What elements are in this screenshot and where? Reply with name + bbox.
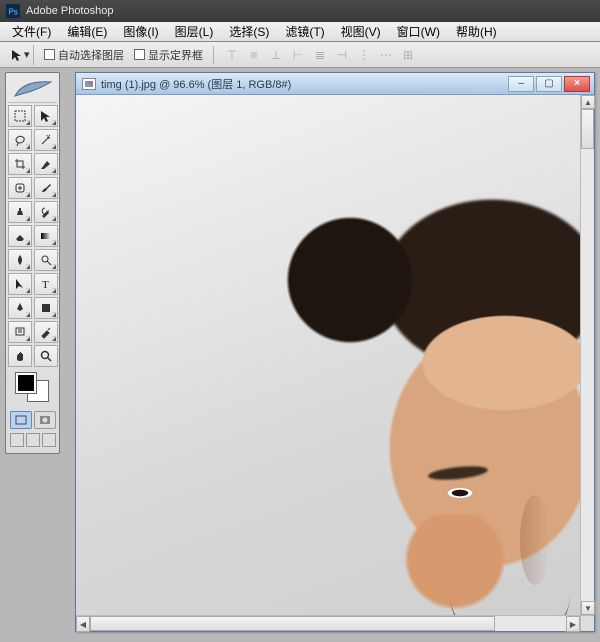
menubar: 文件(F) 编辑(E) 图像(I) 图层(L) 选择(S) 滤镜(T) 视图(V… xyxy=(0,22,600,42)
checkbox-icon xyxy=(44,49,55,60)
foreground-color-swatch[interactable] xyxy=(16,373,36,393)
photoshop-feather-icon xyxy=(8,75,57,103)
options-bar: ▾ 自动选择图层 显示定界框 ⊤ ≡ ⊥ ⊢ ≣ ⊣ ⋮ ⋯ ⊞ xyxy=(0,42,600,68)
document-window[interactable]: timg (1).jpg @ 96.6% (图层 1, RGB/8#) – ▢ … xyxy=(75,72,595,632)
show-transform-checkbox[interactable]: 显示定界框 xyxy=(134,47,203,63)
align-left-icon[interactable]: ⊢ xyxy=(290,47,306,63)
show-transform-label: 显示定界框 xyxy=(148,47,203,63)
brush-tool[interactable] xyxy=(34,177,58,199)
distribute-h-icon[interactable]: ⋮ xyxy=(356,47,372,63)
gradient-tool[interactable] xyxy=(34,225,58,247)
tool-grid: T xyxy=(8,105,57,367)
checkbox-icon xyxy=(134,49,145,60)
history-brush-tool[interactable] xyxy=(34,201,58,223)
marquee-tool[interactable] xyxy=(8,105,32,127)
align-vcenter-icon[interactable]: ≡ xyxy=(246,47,262,63)
color-swatches[interactable] xyxy=(8,373,57,403)
move-tool[interactable] xyxy=(34,105,58,127)
menu-select[interactable]: 选择(S) xyxy=(221,21,277,42)
app-titlebar: Ps Adobe Photoshop xyxy=(0,0,600,22)
close-button[interactable]: × xyxy=(564,76,590,92)
menu-image[interactable]: 图像(I) xyxy=(115,21,166,42)
svg-text:T: T xyxy=(42,279,49,291)
screen-full-menus-button[interactable] xyxy=(26,433,40,447)
shape-tool[interactable] xyxy=(34,297,58,319)
distribute-v-icon[interactable]: ⋯ xyxy=(378,47,394,63)
auto-select-layer-label: 自动选择图层 xyxy=(58,47,124,63)
vscroll-thumb[interactable] xyxy=(581,109,594,149)
app-title: Adobe Photoshop xyxy=(26,5,113,17)
scroll-down-button[interactable]: ▼ xyxy=(581,601,595,615)
standard-mode-button[interactable] xyxy=(10,411,32,429)
document-icon xyxy=(82,78,96,90)
toolbox-panel[interactable]: T xyxy=(5,72,60,454)
blur-tool[interactable] xyxy=(8,249,32,271)
scroll-up-button[interactable]: ▲ xyxy=(581,95,595,109)
menu-edit[interactable]: 编辑(E) xyxy=(59,21,115,42)
hscroll-thumb[interactable] xyxy=(90,616,495,631)
align-top-icon[interactable]: ⊤ xyxy=(224,47,240,63)
pen-tool[interactable] xyxy=(8,297,32,319)
vscroll-track[interactable] xyxy=(581,109,594,601)
vertical-scrollbar[interactable]: ▲ ▼ xyxy=(580,95,594,615)
active-tool-icon[interactable]: ▾ xyxy=(6,45,34,65)
svg-text:Ps: Ps xyxy=(9,8,18,17)
align-hcenter-icon[interactable]: ≣ xyxy=(312,47,328,63)
clone-stamp-tool[interactable] xyxy=(8,201,32,223)
menu-layer[interactable]: 图层(L) xyxy=(167,21,222,42)
maximize-button[interactable]: ▢ xyxy=(536,76,562,92)
menu-filter[interactable]: 滤镜(T) xyxy=(277,21,332,42)
menu-file[interactable]: 文件(F) xyxy=(4,21,59,42)
eyedropper-tool[interactable] xyxy=(34,321,58,343)
scroll-right-button[interactable]: ▶ xyxy=(566,616,580,632)
menu-window[interactable]: 窗口(W) xyxy=(389,21,448,42)
type-tool[interactable]: T xyxy=(34,273,58,295)
path-selection-tool[interactable] xyxy=(8,273,32,295)
menu-help[interactable]: 帮助(H) xyxy=(448,21,505,42)
window-buttons: – ▢ × xyxy=(508,76,594,92)
hand-tool[interactable] xyxy=(8,345,32,367)
photoshop-icon: Ps xyxy=(6,4,20,18)
screen-full-button[interactable] xyxy=(42,433,56,447)
lasso-tool[interactable] xyxy=(8,129,32,151)
eraser-tool[interactable] xyxy=(8,225,32,247)
separator xyxy=(213,46,214,64)
scroll-left-button[interactable]: ◀ xyxy=(76,616,90,632)
quickmask-mode-button[interactable] xyxy=(34,411,56,429)
screen-standard-button[interactable] xyxy=(10,433,24,447)
minimize-button[interactable]: – xyxy=(508,76,534,92)
hscroll-track[interactable] xyxy=(90,616,566,631)
align-right-icon[interactable]: ⊣ xyxy=(334,47,350,63)
notes-tool[interactable] xyxy=(8,321,32,343)
slice-tool[interactable] xyxy=(34,153,58,175)
menu-view[interactable]: 视图(V) xyxy=(333,21,389,42)
crop-tool[interactable] xyxy=(8,153,32,175)
align-buttons-group: ⊤ ≡ ⊥ ⊢ ≣ ⊣ ⋮ ⋯ ⊞ xyxy=(224,47,416,63)
align-bottom-icon[interactable]: ⊥ xyxy=(268,47,284,63)
auto-select-layer-checkbox[interactable]: 自动选择图层 xyxy=(44,47,124,63)
image-content xyxy=(240,185,580,615)
screen-mode-buttons xyxy=(8,433,57,447)
scrollbar-corner xyxy=(580,615,594,631)
dodge-tool[interactable] xyxy=(34,249,58,271)
healing-brush-tool[interactable] xyxy=(8,177,32,199)
workspace: T timg (1).jpg @ 96.6% (图层 1, RGB/8#) xyxy=(0,68,600,642)
magic-wand-tool[interactable] xyxy=(34,129,58,151)
document-titlebar[interactable]: timg (1).jpg @ 96.6% (图层 1, RGB/8#) – ▢ … xyxy=(76,73,594,95)
horizontal-scrollbar[interactable]: ◀ ▶ xyxy=(76,615,580,631)
document-title: timg (1).jpg @ 96.6% (图层 1, RGB/8#) xyxy=(101,76,291,92)
distribute-3-icon[interactable]: ⊞ xyxy=(400,47,416,63)
canvas[interactable] xyxy=(76,95,580,615)
edit-mode-buttons xyxy=(8,411,57,429)
zoom-tool[interactable] xyxy=(34,345,58,367)
